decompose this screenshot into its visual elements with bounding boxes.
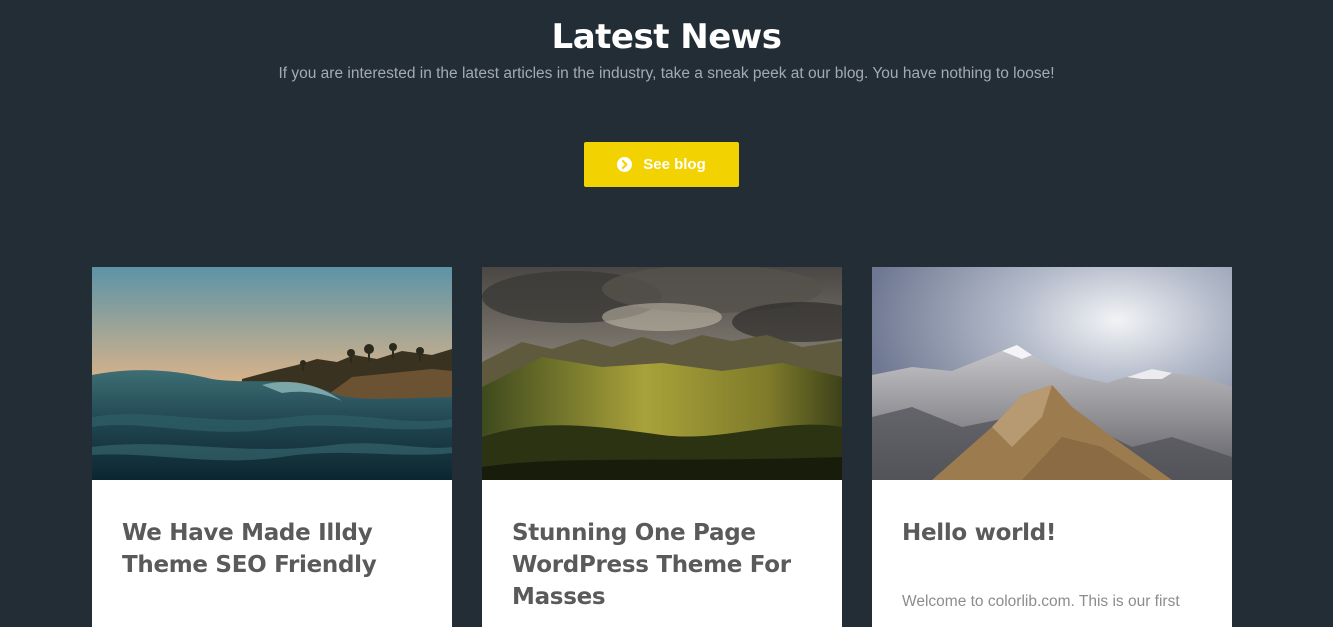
post-excerpt: Welcome to colorlib.com. This is our fir… xyxy=(902,593,1180,610)
post-title[interactable]: We Have Made Illdy Theme SEO Friendly xyxy=(122,517,427,581)
see-blog-button[interactable]: See blog xyxy=(584,142,739,187)
section-title: Latest News xyxy=(551,17,782,57)
post-title[interactable]: Hello world! xyxy=(902,517,1207,549)
ocean-wave-coast-image[interactable] xyxy=(92,267,452,480)
blog-post-card[interactable]: Stunning One Page WordPress Theme For Ma… xyxy=(482,267,842,627)
see-blog-label: See blog xyxy=(643,156,706,173)
post-title[interactable]: Stunning One Page WordPress Theme For Ma… xyxy=(512,517,817,613)
section-subtitle: If you are interested in the latest arti… xyxy=(278,65,1055,82)
mountain-valley-clouds-image[interactable] xyxy=(482,267,842,480)
rocky-mountain-ridge-image[interactable] xyxy=(872,267,1232,480)
chevron-circle-right-icon xyxy=(617,157,633,172)
blog-post-card[interactable]: Hello world! Welcome to colorlib.com. Th… xyxy=(872,267,1232,627)
blog-post-card[interactable]: We Have Made Illdy Theme SEO Friendly xyxy=(92,267,452,627)
